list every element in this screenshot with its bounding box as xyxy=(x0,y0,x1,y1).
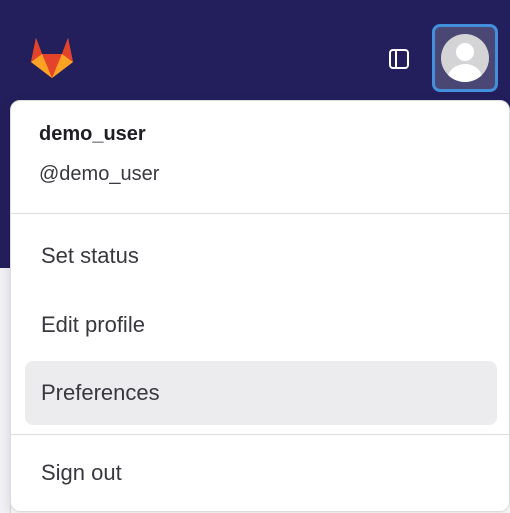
menu-divider xyxy=(11,213,509,214)
user-menu-dropdown: demo_user @demo_user Set status Edit pro… xyxy=(10,100,510,512)
sidebar-toggle-icon xyxy=(389,49,409,69)
edit-profile-item[interactable]: Edit profile xyxy=(25,293,497,357)
sidebar-toggle-button[interactable] xyxy=(384,44,414,74)
user-avatar-button[interactable] xyxy=(432,24,498,92)
sign-out-item[interactable]: Sign out xyxy=(25,441,497,505)
set-status-item[interactable]: Set status xyxy=(25,224,497,288)
user-username: @demo_user xyxy=(39,163,160,185)
preferences-item[interactable]: Preferences xyxy=(25,361,497,425)
gitlab-tanuki-icon[interactable] xyxy=(28,34,76,80)
menu-divider xyxy=(11,434,509,435)
user-display-name: demo_user xyxy=(39,123,146,145)
user-avatar-icon xyxy=(441,34,489,82)
page: demo_user @demo_user Set status Edit pro… xyxy=(0,0,510,513)
user-menu-header[interactable]: demo_user @demo_user xyxy=(11,101,509,213)
